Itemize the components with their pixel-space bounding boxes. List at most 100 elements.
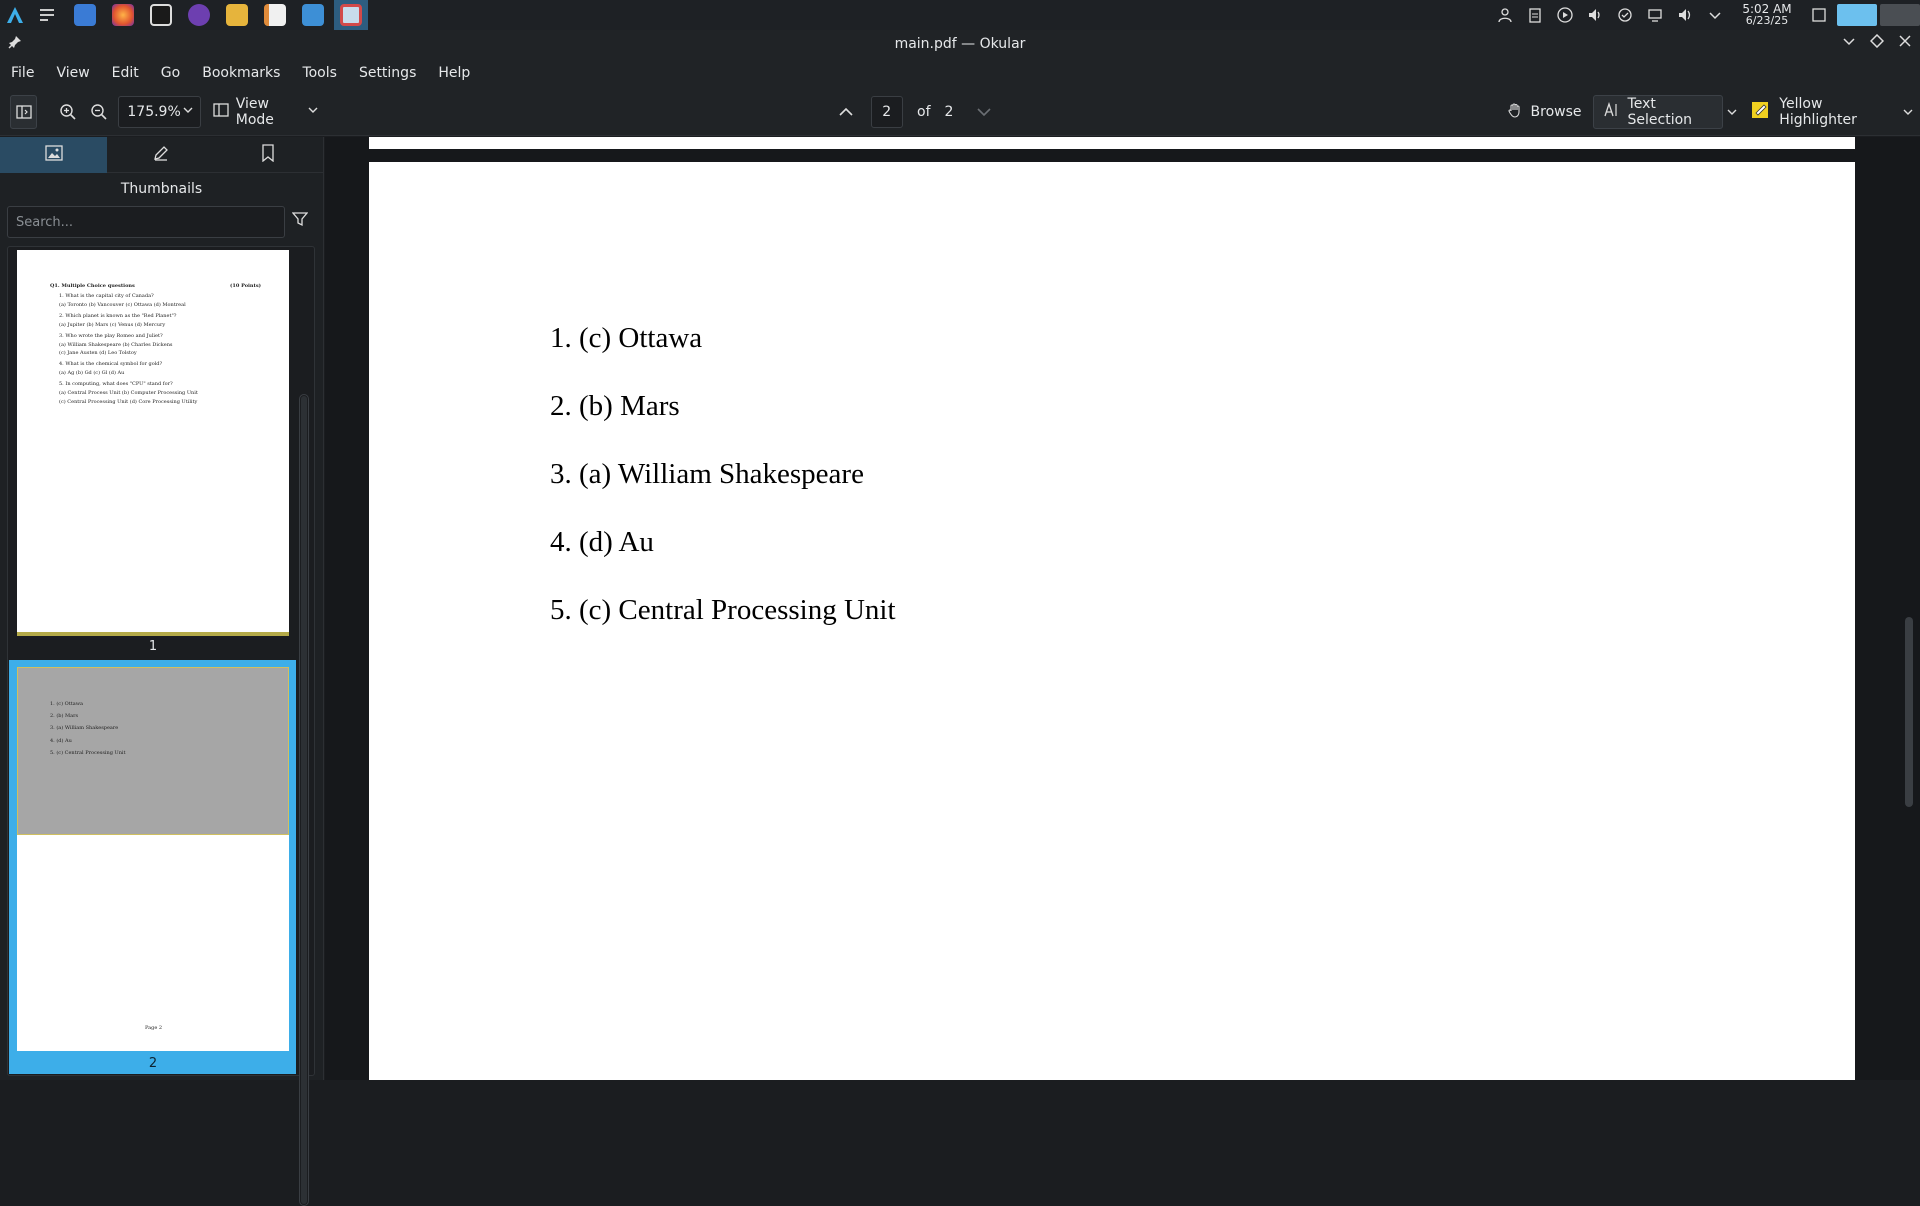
thumbnail-page-2[interactable]: 1. (c) Ottawa 2. (b) Mars 3. (a) William… <box>17 667 289 1051</box>
view-mode-button[interactable]: View Mode <box>213 95 320 129</box>
menu-settings[interactable]: Settings <box>359 65 416 81</box>
pen-icon <box>152 144 170 166</box>
highlighter-icon <box>1751 100 1771 124</box>
answer-list: 1. (c) Ottawa 2. (b) Mars 3. (a) William… <box>550 322 896 662</box>
thumb1-line: (c) Jane Austen (d) Leo Tolstoy <box>59 350 137 356</box>
thumb1-heading: Q1. Multiple Choice questions <box>50 283 135 289</box>
menu-bookmarks[interactable]: Bookmarks <box>202 65 280 81</box>
page-number-input[interactable]: 2 <box>870 95 903 128</box>
thumbnail-search-input[interactable]: Search... <box>7 206 285 238</box>
previous-page-button[interactable] <box>833 95 858 129</box>
thumb2-line: 1. (c) Ottawa <box>50 701 84 707</box>
application-launcher-icon[interactable] <box>0 0 30 30</box>
thumbnail-list[interactable]: Q1. Multiple Choice questions (10 Points… <box>7 246 315 1076</box>
menu-file[interactable]: File <box>11 65 34 81</box>
document-scrollbar[interactable] <box>1905 617 1913 807</box>
window-title: main.pdf — Okular <box>894 36 1026 52</box>
virtual-desktop-1[interactable] <box>1837 4 1877 26</box>
text-selection-icon <box>1603 101 1620 122</box>
clipboard-icon[interactable] <box>1520 0 1550 30</box>
thumb2-line: 2. (b) Mars <box>50 713 79 719</box>
firefox-app-icon[interactable] <box>106 0 140 30</box>
menu-go[interactable]: Go <box>161 65 180 81</box>
thumb2-line: 4. (d) Au <box>50 738 72 744</box>
speaker-icon[interactable] <box>1670 0 1700 30</box>
page-1-bottom-edge <box>369 137 1855 149</box>
text-selection-label: Text Selection <box>1627 95 1693 128</box>
answer-item: 4. (d) Au <box>550 526 654 558</box>
zoom-in-button[interactable] <box>55 95 80 129</box>
thumb1-line: 5. In computing, what does "CPU" stand f… <box>59 381 173 387</box>
menu-edit[interactable]: Edit <box>112 65 139 81</box>
text-selection-tool-button[interactable]: Text Selection <box>1592 94 1724 129</box>
tab-annotations[interactable] <box>107 137 214 173</box>
text-selection-menu-button[interactable] <box>1723 95 1741 129</box>
update-notifier-icon[interactable] <box>1610 0 1640 30</box>
tab-bookmarks[interactable] <box>214 137 321 173</box>
thumb1-line: (a) Jupiter (b) Mars (c) Venus (d) Mercu… <box>59 322 166 328</box>
text-editor-app-icon[interactable] <box>258 0 292 30</box>
thumbnail-page-1[interactable]: Q1. Multiple Choice questions (10 Points… <box>17 250 289 636</box>
zoom-out-button[interactable] <box>86 95 111 129</box>
thumbnail-scrollbar[interactable] <box>299 394 309 1206</box>
thumb1-points: (10 Points) <box>230 283 262 289</box>
chevron-down-icon[interactable] <box>1700 0 1730 30</box>
zoom-combobox[interactable]: 175.9% <box>118 95 201 128</box>
task-manager-icon[interactable] <box>30 0 64 30</box>
thumbnail-page-2-selected[interactable]: 1. (c) Ottawa 2. (b) Mars 3. (a) William… <box>9 660 296 1074</box>
inkscape-app-icon[interactable] <box>144 0 178 30</box>
yellow-highlighter-button[interactable]: Yellow Highlighter <box>1751 95 1888 129</box>
close-icon[interactable] <box>1898 34 1912 52</box>
audio-volume-icon[interactable] <box>1580 0 1610 30</box>
okular-app-icon[interactable] <box>334 0 368 30</box>
network-icon[interactable] <box>1640 0 1670 30</box>
image-icon <box>44 144 63 166</box>
virtual-desktop-2[interactable] <box>1880 4 1920 26</box>
thumb2-footer: Page 2 <box>145 1025 163 1031</box>
view-mode-label: View Mode <box>235 95 274 128</box>
document-view[interactable]: 1. (c) Ottawa 2. (b) Mars 3. (a) William… <box>325 137 1920 1080</box>
document-page-2[interactable]: 1. (c) Ottawa 2. (b) Mars 3. (a) William… <box>369 162 1855 1080</box>
maximize-icon[interactable] <box>1869 33 1885 52</box>
minimize-icon[interactable] <box>1842 34 1856 52</box>
current-page: 2 <box>882 103 892 120</box>
pin-icon[interactable] <box>8 35 22 53</box>
clock-date: 6/23/25 <box>1745 14 1789 27</box>
menu-tools[interactable]: Tools <box>302 65 337 81</box>
thumb2-line: 3. (a) William Shakespeare <box>50 725 119 731</box>
scrollbar-handle[interactable] <box>301 396 307 1204</box>
total-pages: 2 <box>944 103 954 120</box>
archive-app-icon[interactable] <box>220 0 254 30</box>
thumb1-line: (a) Toronto (b) Vancouver (c) Ottawa (d)… <box>59 302 186 308</box>
thumb1-line: (a) Ag (b) Gd (c) Gl (d) Au <box>59 370 125 376</box>
sidebar: Thumbnails Search... Q1. Multiple Choice… <box>0 137 324 1206</box>
thumbnail-label-1: 1 <box>148 639 158 654</box>
thumbnail-highlight-bar <box>17 632 289 636</box>
hand-icon <box>1507 102 1523 122</box>
menubar: File View Edit Go Bookmarks Tools Settin… <box>0 58 1920 88</box>
browse-tool-button[interactable]: Browse <box>1507 95 1582 129</box>
media-player-icon[interactable] <box>1550 0 1580 30</box>
annotation-menu-button[interactable] <box>1897 95 1920 129</box>
thumb1-line: 2. Which planet is known as the "Red Pla… <box>59 313 177 319</box>
user-icon[interactable] <box>1490 0 1520 30</box>
thumb1-line: 3. Who wrote the play Romeo and Juliet? <box>59 333 163 339</box>
zoom-value: 175.9% <box>127 103 181 120</box>
github-app-icon[interactable] <box>182 0 216 30</box>
of-label: of <box>917 103 931 120</box>
menu-view[interactable]: View <box>56 65 89 81</box>
chevron-down-icon <box>307 104 319 120</box>
image-viewer-app-icon[interactable] <box>296 0 330 30</box>
filter-icon[interactable] <box>291 211 309 231</box>
menu-help[interactable]: Help <box>438 65 470 81</box>
window-titlebar: main.pdf — Okular <box>0 30 1920 58</box>
toggle-sidebar-button[interactable] <box>10 94 38 129</box>
tab-thumbnails[interactable] <box>0 137 107 173</box>
next-page-button[interactable] <box>971 95 996 129</box>
search-placeholder: Search... <box>16 214 74 230</box>
dolphin-app-icon[interactable] <box>68 0 102 30</box>
yellow-highlighter-label: Yellow Highlighter <box>1779 95 1857 128</box>
clock[interactable]: 5:02 AM 6/23/25 <box>1736 3 1798 27</box>
sidebar-title: Thumbnails <box>120 181 203 197</box>
show-desktop-icon[interactable] <box>1804 0 1834 30</box>
